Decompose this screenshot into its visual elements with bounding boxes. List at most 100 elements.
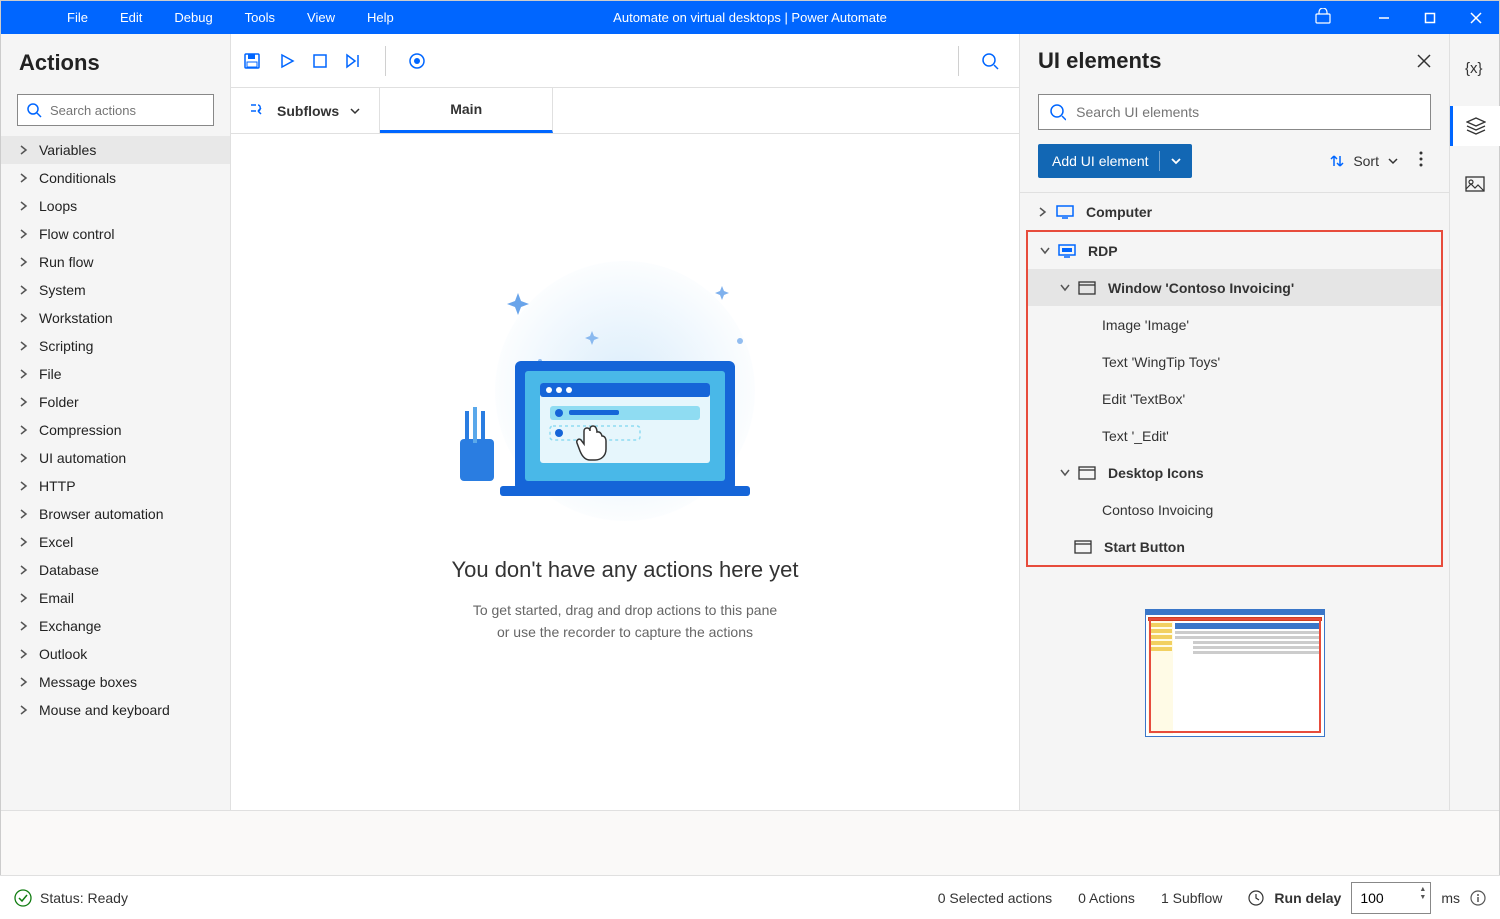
- tree-desktop-icons[interactable]: Desktop Icons: [1028, 454, 1441, 491]
- status-ready: Status: Ready: [14, 889, 128, 907]
- monitor-icon: [1056, 205, 1074, 219]
- layers-icon: [1466, 117, 1486, 135]
- action-excel[interactable]: Excel: [1, 528, 230, 556]
- empty-state: You don't have any actions here yet To g…: [231, 134, 1019, 810]
- close-icon[interactable]: [1417, 54, 1431, 68]
- actions-count: 0 Actions: [1078, 890, 1135, 906]
- check-circle-icon: [14, 889, 32, 907]
- action-loops[interactable]: Loops: [1, 192, 230, 220]
- titlebar: File Edit Debug Tools View Help Automate…: [1, 1, 1499, 34]
- ui-toolbar: Add UI element Sort: [1020, 144, 1449, 192]
- tree-text-wingtip[interactable]: Text 'WingTip Toys': [1028, 343, 1441, 380]
- tab-main[interactable]: Main: [380, 88, 553, 133]
- ui-search[interactable]: [1038, 94, 1431, 130]
- titlebar-right: [1305, 1, 1499, 34]
- sort-button[interactable]: Sort: [1329, 153, 1399, 169]
- tree-window-contoso[interactable]: Window 'Contoso Invoicing': [1028, 269, 1441, 306]
- tree-rdp[interactable]: RDP: [1028, 232, 1441, 269]
- maximize-button[interactable]: [1407, 1, 1453, 34]
- menu-tools[interactable]: Tools: [229, 10, 291, 25]
- action-system[interactable]: System: [1, 276, 230, 304]
- action-uiautomation[interactable]: UI automation: [1, 444, 230, 472]
- actions-search[interactable]: [17, 94, 214, 126]
- selected-actions-count: 0 Selected actions: [938, 890, 1052, 906]
- window-icon: [1074, 540, 1092, 554]
- action-runflow[interactable]: Run flow: [1, 248, 230, 276]
- chevron-down-icon: [349, 105, 361, 117]
- more-button[interactable]: [1411, 151, 1431, 172]
- menu-help[interactable]: Help: [351, 10, 410, 25]
- menu-edit[interactable]: Edit: [104, 10, 158, 25]
- window-title: Automate on virtual desktops | Power Aut…: [613, 10, 887, 25]
- close-button[interactable]: [1453, 1, 1499, 34]
- info-icon[interactable]: [1470, 890, 1486, 906]
- tree-text-edit[interactable]: Text '_Edit': [1028, 417, 1441, 454]
- minimize-button[interactable]: [1361, 1, 1407, 34]
- svg-text:{x}: {x}: [1465, 60, 1483, 77]
- action-database[interactable]: Database: [1, 556, 230, 584]
- actions-panel: Actions Variables Conditionals Loops Flo…: [1, 34, 231, 810]
- menu-view[interactable]: View: [291, 10, 351, 25]
- delay-spinner[interactable]: ▲▼: [1419, 886, 1426, 903]
- action-messageboxes[interactable]: Message boxes: [1, 668, 230, 696]
- sort-icon: [1329, 153, 1345, 169]
- menu-debug[interactable]: Debug: [158, 10, 228, 25]
- save-icon[interactable]: [243, 52, 261, 70]
- search-icon: [1049, 103, 1066, 121]
- action-email[interactable]: Email: [1, 584, 230, 612]
- subflows-icon: [249, 102, 267, 120]
- action-compression[interactable]: Compression: [1, 416, 230, 444]
- ui-elements-panel: UI elements Add UI element Sort: [1019, 34, 1449, 810]
- action-conditionals[interactable]: Conditionals: [1, 164, 230, 192]
- action-scripting[interactable]: Scripting: [1, 332, 230, 360]
- chevron-down-icon: [1387, 155, 1399, 167]
- action-folder[interactable]: Folder: [1, 388, 230, 416]
- ui-elements-rail-icon[interactable]: [1450, 106, 1500, 146]
- action-file[interactable]: File: [1, 360, 230, 388]
- subflows-count: 1 Subflow: [1161, 890, 1222, 906]
- clock-icon: [1248, 890, 1264, 906]
- action-flowcontrol[interactable]: Flow control: [1, 220, 230, 248]
- image-icon: [1465, 176, 1485, 192]
- record-icon[interactable]: [408, 52, 426, 70]
- action-exchange[interactable]: Exchange: [1, 612, 230, 640]
- workspace: Subflows Main: [231, 34, 1019, 810]
- statusbar: Status: Ready 0 Selected actions 0 Actio…: [0, 875, 1500, 919]
- menu-file[interactable]: File: [51, 10, 104, 25]
- images-rail-icon[interactable]: [1450, 164, 1500, 204]
- subflows-button[interactable]: Subflows: [231, 88, 380, 133]
- rdp-icon: [1058, 244, 1076, 258]
- add-ui-element-button[interactable]: Add UI element: [1038, 144, 1192, 178]
- search-icon: [26, 102, 42, 118]
- ui-tree: Computer RDP Window 'Contoso Invoicing' …: [1020, 192, 1449, 579]
- element-preview-thumbnail: [1145, 609, 1325, 737]
- tree-computer[interactable]: Computer: [1020, 193, 1449, 230]
- stop-icon[interactable]: [313, 54, 327, 68]
- step-icon[interactable]: [345, 53, 363, 69]
- empty-illustration: [455, 261, 795, 521]
- actions-title: Actions: [1, 34, 230, 86]
- tree-edit-textbox[interactable]: Edit 'TextBox': [1028, 380, 1441, 417]
- action-browserautomation[interactable]: Browser automation: [1, 500, 230, 528]
- tree-image-image[interactable]: Image 'Image': [1028, 306, 1441, 343]
- ui-search-input[interactable]: [1066, 104, 1420, 120]
- actions-list: Variables Conditionals Loops Flow contro…: [1, 136, 230, 810]
- action-http[interactable]: HTTP: [1, 472, 230, 500]
- empty-subtitle: To get started, drag and drop actions to…: [473, 599, 777, 644]
- tree-contoso-invoicing[interactable]: Contoso Invoicing: [1028, 491, 1441, 528]
- toolbar: [231, 34, 1019, 88]
- main-layout: Actions Variables Conditionals Loops Flo…: [1, 34, 1499, 810]
- main-menu: File Edit Debug Tools View Help: [1, 10, 410, 25]
- tab-row: Subflows Main: [231, 88, 1019, 134]
- action-outlook[interactable]: Outlook: [1, 640, 230, 668]
- variables-rail-icon[interactable]: {x}: [1450, 48, 1500, 88]
- action-variables[interactable]: Variables: [1, 136, 230, 164]
- search-icon[interactable]: [981, 52, 999, 70]
- action-mousekeyboard[interactable]: Mouse and keyboard: [1, 696, 230, 724]
- org-icon[interactable]: [1305, 8, 1341, 27]
- play-icon[interactable]: [279, 53, 295, 69]
- action-workstation[interactable]: Workstation: [1, 304, 230, 332]
- tree-start-button[interactable]: Start Button: [1028, 528, 1441, 565]
- actions-search-input[interactable]: [42, 103, 205, 118]
- window-icon: [1078, 466, 1096, 480]
